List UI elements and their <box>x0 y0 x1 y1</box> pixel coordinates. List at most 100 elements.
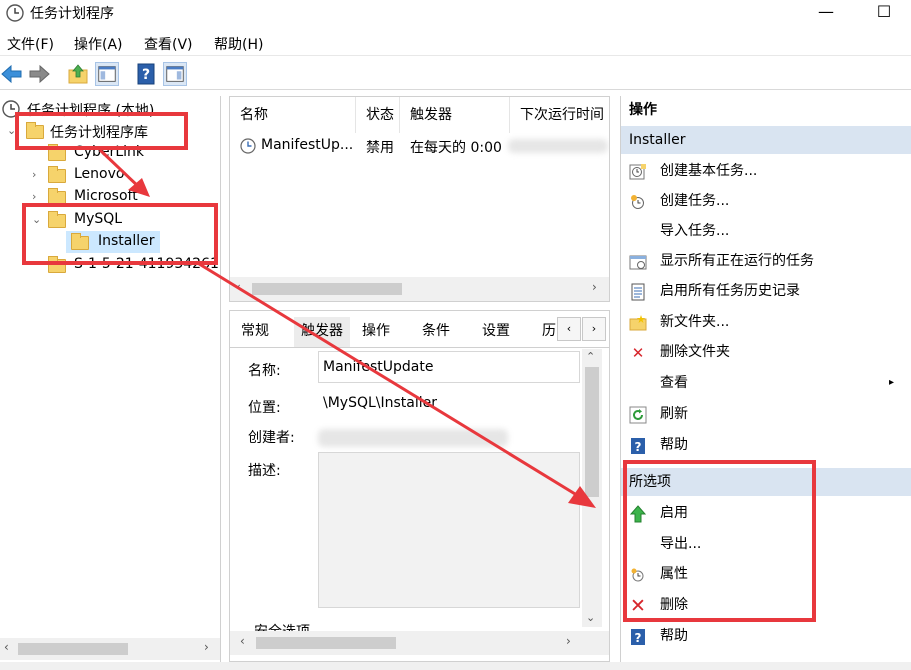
tree-item-label: Lenovo <box>74 166 125 182</box>
maximize-button[interactable]: ☐ <box>861 0 907 28</box>
action-label: 刷新 <box>660 406 688 422</box>
refresh-icon <box>629 406 647 424</box>
action-delete-folder[interactable]: ✕ 删除文件夹 <box>621 337 911 367</box>
tab-general[interactable]: 常规 <box>234 317 276 347</box>
action-help[interactable]: ? 帮助 <box>621 430 911 460</box>
action-help-selected[interactable]: ? 帮助 <box>621 621 911 651</box>
status-bar <box>0 662 911 670</box>
task-name-cell: ManifestUp... <box>261 137 354 153</box>
task-scheduler-window: 任务计划程序 — ☐ 文件(F) 操作(A) 查看(V) 帮助(H) ? 任务计… <box>0 0 911 670</box>
column-header-status[interactable]: 状态 <box>356 97 400 133</box>
name-field[interactable]: ManifestUpdate <box>318 351 580 383</box>
minimize-button[interactable]: — <box>803 0 849 28</box>
tab-conditions[interactable]: 条件 <box>415 317 457 347</box>
scroll-left-icon[interactable]: ‹ <box>236 280 241 294</box>
tab-scroll-left-icon[interactable]: ‹ <box>557 317 581 341</box>
tab-actions[interactable]: 操作 <box>355 317 397 347</box>
scroll-right-icon[interactable]: › <box>204 640 209 654</box>
scroll-thumb[interactable] <box>18 643 128 655</box>
actions-header: 操作 <box>621 96 911 124</box>
action-refresh[interactable]: 刷新 <box>621 399 911 429</box>
wizard-icon <box>629 164 646 180</box>
svg-text:?: ? <box>635 631 642 645</box>
tree-item-label: Microsoft <box>74 188 138 204</box>
annotation-box-library <box>15 112 188 150</box>
action-label: 导入任务... <box>660 223 730 239</box>
column-header-next-run[interactable]: 下次运行时间 <box>510 97 609 133</box>
help-icon[interactable]: ? <box>134 62 158 86</box>
action-label: 启用所有任务历史记录 <box>660 283 800 299</box>
action-label: 创建任务... <box>660 193 730 209</box>
chevron-right-icon[interactable]: › <box>32 190 36 203</box>
new-folder-icon <box>629 315 647 331</box>
window-title: 任务计划程序 <box>30 6 114 22</box>
action-label: 创建基本任务... <box>660 163 758 179</box>
task-icon <box>631 195 644 209</box>
tab-scroll-right-icon[interactable]: › <box>582 317 606 341</box>
scroll-left-icon[interactable]: ‹ <box>4 640 9 654</box>
help-icon: ? <box>631 438 645 454</box>
location-value: \MySQL\Installer <box>318 387 580 419</box>
clock-app-icon <box>6 4 24 22</box>
menu-action[interactable]: 操作(A) <box>74 34 123 54</box>
task-trigger-cell: 在每天的 0:00 <box>410 140 502 156</box>
horizontal-scrollbar[interactable]: ‹ › <box>230 631 609 655</box>
action-create-basic-task[interactable]: 创建基本任务... <box>621 156 911 186</box>
scroll-thumb[interactable] <box>252 283 402 295</box>
column-header-name[interactable]: 名称 <box>230 97 356 133</box>
action-import-task[interactable]: 导入任务... <box>621 216 911 246</box>
action-label: 新文件夹... <box>660 314 730 330</box>
submenu-arrow-icon: ▸ <box>889 377 895 388</box>
section-installer[interactable]: Installer <box>621 126 911 154</box>
scroll-right-icon[interactable]: › <box>566 634 571 648</box>
show-hide-console-tree-icon[interactable] <box>95 62 119 86</box>
show-hide-action-pane-icon[interactable] <box>163 62 187 86</box>
action-label: 帮助 <box>660 628 688 644</box>
title-bar: 任务计划程序 — ☐ <box>0 0 911 28</box>
task-details: 常规 触发器 操作 条件 设置 历 ‹ › 名称: ManifestUpdate… <box>229 310 610 662</box>
forward-arrow-icon[interactable] <box>27 62 51 86</box>
name-label: 名称: <box>248 363 281 379</box>
annotation-box-installer <box>22 203 218 265</box>
toolbar: ? <box>0 58 911 90</box>
scroll-left-icon[interactable]: ‹ <box>240 634 245 648</box>
scroll-right-icon[interactable]: › <box>592 280 597 294</box>
action-label: 显示所有正在运行的任务 <box>660 253 814 269</box>
action-label: 查看 <box>660 375 688 391</box>
author-label: 创建者: <box>248 430 295 446</box>
tab-settings[interactable]: 设置 <box>475 317 517 347</box>
table-row[interactable]: ManifestUp... 禁用 在每天的 0:00 <box>230 133 609 159</box>
task-status-cell: 禁用 <box>366 140 394 156</box>
action-new-folder[interactable]: 新文件夹... <box>621 307 911 337</box>
redacted-next-run <box>508 139 608 153</box>
menu-file[interactable]: 文件(F) <box>7 34 54 54</box>
action-display-running[interactable]: 显示所有正在运行的任务 <box>621 246 911 276</box>
scroll-up-icon[interactable]: ⌃ <box>586 350 595 363</box>
menu-view[interactable]: 查看(V) <box>144 34 193 54</box>
folder-icon <box>48 166 66 183</box>
action-create-task[interactable]: 创建任务... <box>621 186 911 216</box>
scroll-down-icon[interactable]: ⌄ <box>586 611 595 624</box>
svg-text:?: ? <box>635 440 642 454</box>
horizontal-scrollbar[interactable]: ‹ › <box>230 277 609 301</box>
history-icon <box>631 283 645 301</box>
tree-item-lenovo[interactable]: › Lenovo <box>0 164 220 186</box>
menu-help[interactable]: 帮助(H) <box>214 34 263 54</box>
description-label: 描述: <box>248 463 281 479</box>
action-view[interactable]: 查看 ▸ <box>621 368 911 398</box>
horizontal-scrollbar[interactable]: ‹ › <box>0 638 220 660</box>
chevron-right-icon[interactable]: › <box>32 168 36 181</box>
scroll-thumb[interactable] <box>256 637 396 649</box>
menu-bar: 文件(F) 操作(A) 查看(V) 帮助(H) <box>0 30 911 56</box>
up-folder-icon[interactable] <box>66 62 90 86</box>
task-clock-icon <box>240 138 256 154</box>
back-arrow-icon[interactable] <box>0 62 24 86</box>
action-enable-history[interactable]: 启用所有任务历史记录 <box>621 276 911 306</box>
vertical-scrollbar[interactable]: ⌃ ⌄ <box>582 349 602 627</box>
tab-triggers[interactable]: 触发器 <box>294 317 350 347</box>
tab-divider <box>230 347 609 348</box>
description-field[interactable] <box>318 452 580 608</box>
scroll-thumb[interactable] <box>585 367 599 497</box>
column-header-trigger[interactable]: 触发器 <box>400 97 510 133</box>
task-list: 名称 状态 触发器 下次运行时间 ManifestUp... 禁用 在每天的 0… <box>229 96 610 302</box>
